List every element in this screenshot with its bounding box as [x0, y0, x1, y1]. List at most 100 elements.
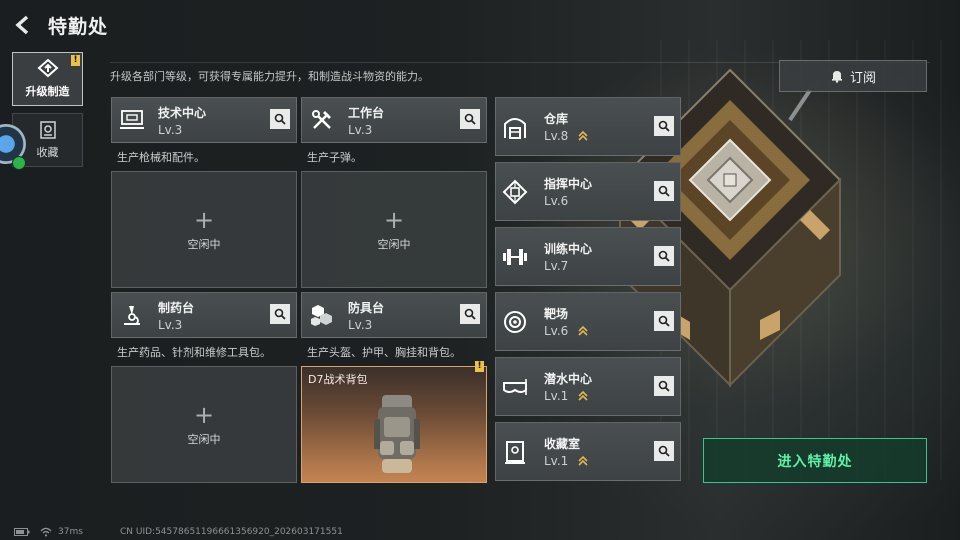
tools-icon: [308, 106, 336, 134]
dept-level-row: Lv.6: [544, 324, 588, 338]
subscribe-label: 订阅: [849, 70, 876, 86]
dept-level: Lv.3: [158, 317, 183, 332]
upgrade-available-icon: [578, 131, 588, 141]
battery-icon: [14, 528, 30, 536]
dept-card-armor-bench: 防具台 Lv.3 生产头盔、护甲、胸挂和背包。 D7战术背包 !: [301, 292, 487, 483]
warehouse-icon: [500, 112, 530, 142]
alert-badge: !: [71, 55, 80, 66]
dept-level: Lv.3: [348, 122, 373, 137]
page-description: 升级各部门等级，可获得专属能力提升，和制造战斗物资的能力。: [110, 70, 429, 83]
tab-label: 升级制造: [25, 85, 70, 98]
search-icon[interactable]: [654, 116, 674, 136]
dept-level-row: Lv.8: [544, 129, 588, 143]
wifi-icon: [40, 527, 52, 537]
dept-row-command-center[interactable]: 指挥中心 Lv.6: [495, 162, 681, 221]
back-arrow-icon[interactable]: [12, 14, 34, 36]
dept-level: Lv.6: [544, 324, 569, 338]
search-icon[interactable]: [654, 311, 674, 331]
dept-row-shooting-range[interactable]: 靶场 Lv.6: [495, 292, 681, 351]
dept-level: Lv.8: [544, 129, 569, 143]
dept-description: 生产头盔、护甲、胸挂和背包。: [307, 346, 461, 359]
dept-name: 防具台: [348, 300, 385, 315]
dept-header[interactable]: 制药台 Lv.3: [111, 292, 297, 338]
dept-name: 收藏室: [544, 437, 581, 451]
armor-boxes-icon: [308, 301, 336, 329]
slot-status: 空闲中: [187, 237, 221, 251]
production-slot-product[interactable]: D7战术背包 !: [301, 361, 487, 483]
dept-name: 训练中心: [544, 242, 593, 256]
dept-header[interactable]: 防具台 Lv.3: [301, 292, 487, 338]
dept-card-workbench: 工作台 Lv.3 生产子弹。 + 空闲中: [301, 97, 487, 288]
network-status-icon: [12, 156, 26, 170]
dept-header[interactable]: 工作台 Lv.3: [301, 97, 487, 143]
dept-name: 工作台: [348, 105, 385, 120]
search-icon[interactable]: [654, 441, 674, 461]
dept-row-collection-room[interactable]: 收藏室 Lv.1: [495, 422, 681, 481]
dept-row-diving-center[interactable]: 潜水中心 Lv.1: [495, 357, 681, 416]
search-icon[interactable]: [270, 304, 290, 324]
dept-level: Lv.7: [544, 259, 569, 273]
dept-row-warehouse[interactable]: 仓库 Lv.8: [495, 97, 681, 156]
dept-name: 潜水中心: [544, 372, 593, 386]
search-icon[interactable]: [270, 109, 290, 129]
dept-description: 生产药品、针剂和维修工具包。: [117, 346, 271, 359]
command-chip-icon: [500, 177, 530, 207]
dept-name: 指挥中心: [544, 177, 593, 191]
dept-name: 靶场: [544, 307, 569, 321]
user-id: CN UID:5457865119666135692­0_20260317155…: [120, 527, 343, 537]
upgrade-available-icon: [578, 391, 588, 401]
dept-name: 制药台: [158, 300, 195, 315]
search-icon[interactable]: [460, 109, 480, 129]
dept-header[interactable]: 技术中心 Lv.3: [111, 97, 297, 143]
collection-icon: [39, 121, 56, 139]
enter-special-ops-button[interactable]: 进入特勤处: [703, 438, 927, 483]
ping-value: 37ms: [58, 527, 83, 537]
dept-level: Lv.3: [158, 122, 183, 137]
display-case-icon: [500, 437, 530, 467]
dept-card-pharmacy: 制药台 Lv.3 生产药品、针剂和维修工具包。 + 空闲中: [111, 292, 297, 483]
slot-status: 空闲中: [187, 432, 221, 446]
subscribe-button[interactable]: 订阅: [779, 60, 927, 92]
dept-level-row: Lv.1: [544, 389, 592, 403]
slot-status: 空闲中: [377, 237, 411, 251]
tab-upgrade-manufacture[interactable]: 升级制造 !: [12, 52, 83, 106]
dept-card-tech-center: 技术中心 Lv.3 生产枪械和配件。 + 空闲中: [111, 97, 297, 288]
tab-label: 收藏: [36, 146, 59, 159]
dept-level: Lv.3: [348, 317, 373, 332]
target-icon: [500, 307, 530, 337]
plus-icon: +: [193, 205, 215, 234]
dept-level: Lv.1: [544, 454, 569, 468]
search-icon[interactable]: [654, 246, 674, 266]
production-slot[interactable]: + 空闲中: [111, 366, 297, 483]
enter-label: 进入特勤处: [777, 453, 853, 470]
dept-row-training-center[interactable]: 训练中心 Lv.7: [495, 227, 681, 286]
dept-name: 仓库: [544, 112, 569, 126]
production-slot[interactable]: + 空闲中: [111, 171, 297, 288]
alert-badge: !: [475, 361, 484, 372]
upgrade-available-icon: [578, 326, 588, 336]
upgrade-available-icon: [578, 456, 588, 466]
upgrade-icon: [36, 59, 59, 78]
dept-level-row: Lv.1: [544, 454, 588, 468]
status-bar: 37ms: [14, 526, 83, 538]
page-title: 特勤处: [48, 15, 109, 38]
production-slot[interactable]: + 空闲中: [301, 171, 487, 288]
dept-level: Lv.6: [544, 194, 569, 208]
bell-icon: [831, 71, 842, 83]
dept-description: 生产子弹。: [307, 151, 362, 164]
search-icon[interactable]: [460, 304, 480, 324]
search-icon[interactable]: [654, 376, 674, 396]
dumbbell-icon: [500, 242, 530, 272]
search-icon[interactable]: [654, 181, 674, 201]
product-name: D7战术背包: [308, 373, 368, 386]
backpack-image: [374, 395, 420, 473]
microscope-icon: [118, 301, 146, 329]
plus-icon: +: [193, 400, 215, 429]
dept-name: 技术中心: [158, 105, 207, 120]
dept-level-row: Lv.6: [544, 194, 592, 208]
header: 特勤处: [12, 8, 108, 42]
diving-mask-icon: [500, 372, 530, 402]
dept-description: 生产枪械和配件。: [117, 151, 205, 164]
dept-level: Lv.1: [544, 389, 569, 403]
plus-icon: +: [383, 205, 405, 234]
